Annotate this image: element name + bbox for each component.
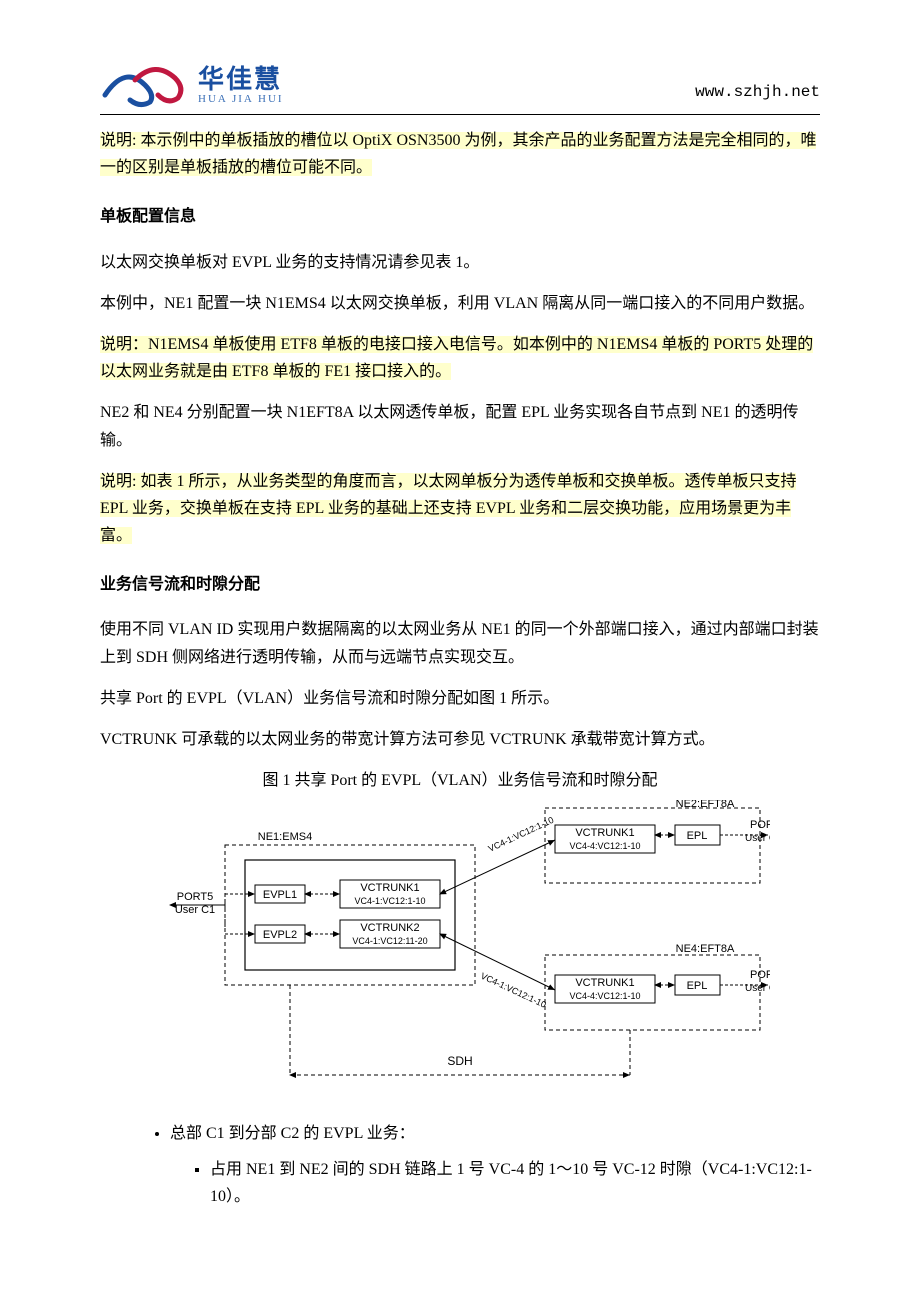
d-ne1: NE1:EMS4 [258,831,312,843]
list-item: 占用 NE1 到 NE2 间的 SDH 链路上 1 号 VC-4 的 1～10 … [210,1156,820,1210]
note-2: 说明：N1EMS4 单板使用 ETF8 单板的电接口接入电信号。如本例中的 N1… [100,331,820,385]
note-2-text: 说明：N1EMS4 单板使用 ETF8 单板的电接口接入电信号。如本例中的 N1… [100,336,813,380]
logo-en: HUA JIA HUI [198,93,284,105]
d-link-ac: VC4-1:VC12:1-10 [479,971,548,1010]
page-header: 华佳慧 HUA JIA HUI www.szhjh.net [100,60,820,115]
note-3: 说明: 如表 1 所示，从业务类型的角度而言，以太网单板分为透传单板和交换单板。… [100,468,820,550]
bullet-list: 总部 C1 到分部 C2 的 EVPL 业务： 占用 NE1 到 NE2 间的 … [170,1120,820,1210]
d-vct1a-sub: VC4-1:VC12:1-10 [354,896,425,906]
list-item-text: 占用 NE1 到 NE2 间的 SDH 链路上 1 号 VC-4 的 1～10 … [210,1161,812,1205]
note-1-text: 说明: 本示例中的单板插放的槽位以 OptiX OSN3500 为例，其余产品的… [100,132,816,176]
logo-icon [100,60,190,110]
note-1: 说明: 本示例中的单板插放的槽位以 OptiX OSN3500 为例，其余产品的… [100,127,820,181]
d-vct1a: VCTRUNK1 [360,882,419,894]
para-5: 共享 Port 的 EVPL（VLAN）业务信号流和时隙分配如图 1 所示。 [100,685,820,712]
para-4: 使用不同 VLAN ID 实现用户数据隔离的以太网业务从 NE1 的同一个外部端… [100,616,820,670]
d-vct1b-sub: VC4-4:VC12:1-10 [569,841,640,851]
figure-caption: 图 1 共享 Port 的 EVPL（VLAN）业务信号流和时隙分配 [100,767,820,794]
d-vct2: VCTRUNK2 [360,922,419,934]
header-url: www.szhjh.net [695,79,820,110]
d-vct1b: VCTRUNK1 [575,827,634,839]
d-port1b: PORT1 [750,969,770,981]
list-item-text: 总部 C1 到分部 C2 的 EVPL 业务： [170,1125,415,1142]
d-vct1c-sub: VC4-4:VC12:1-10 [569,991,640,1001]
d-ne4: NE4:EFT8A [676,943,735,955]
d-vct2-sub: VC4-1:VC12:11-20 [352,936,427,946]
d-sdh: SDH [447,1054,472,1068]
para-2: 本例中，NE1 配置一块 N1EMS4 以太网交换单板，利用 VLAN 隔离从同… [100,290,820,317]
d-port1a: PORT1 [750,819,770,831]
note-3-text: 说明: 如表 1 所示，从业务类型的角度而言，以太网单板分为透传单板和交换单板。… [100,473,796,544]
logo: 华佳慧 HUA JIA HUI [100,60,284,110]
d-epl-b: EPL [687,980,708,992]
list-item: 总部 C1 到分部 C2 的 EVPL 业务： 占用 NE1 到 NE2 间的 … [170,1120,820,1210]
d-port5: PORT5 [177,891,213,903]
sub-bullet-list: 占用 NE1 到 NE2 间的 SDH 链路上 1 号 VC-4 的 1～10 … [210,1156,820,1210]
logo-text: 华佳慧 HUA JIA HUI [198,65,284,106]
section-title-1: 单板配置信息 [100,203,820,230]
d-ne2: NE2:EFT8A [676,800,735,810]
logo-cn: 华佳慧 [198,65,284,94]
para-1: 以太网交换单板对 EVPL 业务的支持情况请参见表 1。 [100,249,820,276]
d-evpl2: EVPL2 [263,929,297,941]
d-evpl1: EVPL1 [263,889,297,901]
d-vct1c: VCTRUNK1 [575,977,634,989]
section-title-2: 业务信号流和时隙分配 [100,571,820,598]
para-6: VCTRUNK 可承载的以太网业务的带宽计算方法可参见 VCTRUNK 承载带宽… [100,726,820,753]
d-epl-a: EPL [687,830,708,842]
figure-1-diagram: NE1:EMS4 EVPL1 EVPL2 VCTRUNK1 VC4-1:VC12… [150,800,770,1100]
d-userc1: User C1 [175,904,215,916]
para-3: NE2 和 NE4 分别配置一块 N1EFT8A 以太网透传单板，配置 EPL … [100,399,820,453]
